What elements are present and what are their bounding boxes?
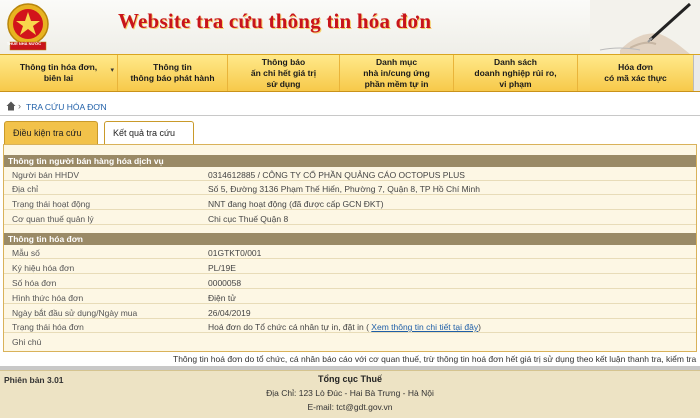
table-row: Mẫu số 01GTKT0/001 — [4, 247, 696, 259]
main-menu: Thông tin hóa đơn, biên lai ▾ Thông tin th… — [0, 54, 700, 92]
row-label: Cơ quan thuế quản lý — [12, 214, 94, 224]
menu-label: phần mềm tự in — [364, 78, 429, 89]
menu-scrollbar[interactable] — [693, 55, 700, 91]
table-row: Trạng thái hoạt động NNT đang hoạt động … — [4, 198, 696, 210]
header-banner: THUẾ NHÀ NƯỚC Website tra cứu thông tin … — [0, 0, 700, 54]
row-value: 01GTKT0/001 — [208, 248, 262, 258]
menu-label: Danh mục — [375, 56, 418, 67]
row-value: Số 5, Đường 3136 Phạm Thế Hiển, Phường 7… — [208, 184, 481, 194]
row-value: NNT đang hoạt động (đã được cấp GCN ĐKT) — [208, 199, 384, 209]
row-label: Ký hiệu hóa đơn — [12, 263, 75, 273]
breadcrumb: › TRA CỨU HÓA ĐƠN — [0, 98, 700, 116]
table-row: Hình thức hóa đơn Điện tử — [4, 292, 696, 304]
row-label: Mẫu số — [12, 248, 40, 258]
row-label: Ghi chú — [12, 337, 42, 347]
menu-label: Thông tin hóa đơn, — [19, 62, 98, 72]
menu-label: doanh nghiệp rủi ro, — [474, 67, 557, 78]
menu-item-issuance-notice[interactable]: Thông tin thông báo phát hành — [118, 55, 228, 91]
table-row: Trạng thái hóa đơn Hoá đơn do Tổ chức cá… — [4, 321, 696, 333]
menu-label: Thông tin — [153, 62, 192, 72]
menu-item-invoice-receipt[interactable]: Thông tin hóa đơn, biên lai ▾ — [0, 55, 118, 91]
seller-section-heading: Thông tin người bán hàng hóa dịch vụ — [4, 155, 696, 167]
menu-label: nhà in/cung ứng — [363, 67, 430, 78]
row-label: Địa chỉ — [12, 184, 38, 194]
footer-email[interactable]: E-mail: tct@gdt.gov.vn — [0, 402, 700, 412]
table-row: Ngày bắt đầu sử dụng/Ngày mua 26/04/2019 — [4, 307, 696, 319]
emblem-label: THUẾ NHÀ NƯỚC — [6, 41, 42, 46]
table-row: Số hóa đơn 0000058 — [4, 277, 696, 289]
menu-label: có mã xác thực — [604, 73, 667, 83]
invoice-section-heading: Thông tin hóa đơn — [4, 233, 696, 245]
row-value: Điện tử — [208, 293, 236, 303]
menu-label: sử dụng — [266, 78, 301, 89]
row-label: Số hóa đơn — [12, 278, 57, 288]
row-value: 26/04/2019 — [208, 308, 251, 318]
menu-item-authenticated-invoice[interactable]: Hóa đơn có mã xác thực — [578, 55, 693, 91]
menu-label: thông báo phát hành — [130, 73, 215, 83]
breadcrumb-separator-icon: › — [18, 101, 21, 111]
table-row: Ký hiệu hóa đơn PL/19E — [4, 262, 696, 274]
status-text: Hoá đơn do Tổ chức cá nhân tự in, đặt in… — [208, 322, 369, 332]
table-row: Cơ quan thuế quản lý Chi cục Thuế Quận 8 — [4, 213, 696, 225]
tab-search-results[interactable]: Kết quả tra cứu — [104, 121, 194, 145]
table-row: Địa chỉ Số 5, Đường 3136 Phạm Thế Hiển, … — [4, 183, 696, 195]
row-label: Trạng thái hoạt động — [12, 199, 91, 209]
menu-item-expired-notice[interactable]: Thông báo ấn chỉ hết giá trị sử dụng — [228, 55, 340, 91]
tab-search-conditions[interactable]: Điều kiện tra cứu — [4, 121, 98, 145]
menu-label: Danh sách — [493, 56, 537, 67]
table-row: Người bán HHDV 0314612885 / CÔNG TY CỔ P… — [4, 169, 696, 181]
menu-label: vi phạm — [499, 78, 532, 89]
home-icon[interactable] — [6, 101, 16, 111]
breadcrumb-label[interactable]: TRA CỨU HÓA ĐƠN — [26, 102, 107, 112]
site-title: Website tra cứu thông tin hóa đơn — [118, 9, 432, 33]
menu-label: Hóa đơn — [618, 62, 653, 72]
notice-text: Thông tin hoá đơn do tổ chức, cá nhân bá… — [173, 354, 697, 364]
row-label: Người bán HHDV — [12, 170, 80, 180]
menu-item-printer-catalog[interactable]: Danh mục nhà in/cung ứng phần mềm tự in — [340, 55, 454, 91]
pen-hand-icon — [590, 0, 700, 54]
row-value: PL/19E — [208, 263, 236, 273]
row-value: Hoá đơn do Tổ chức cá nhân tự in, đặt in… — [208, 322, 481, 332]
status-suffix: ) — [478, 322, 481, 332]
chevron-down-icon: ▾ — [110, 67, 114, 74]
footer-org: Tổng cục Thuế — [318, 374, 382, 384]
table-row: Ghi chú — [4, 336, 696, 348]
view-details-link[interactable]: Xem thông tin chi tiết tại đây — [371, 322, 478, 332]
footer: Phiên bản 3.01 Tổng cục Thuế Địa Chỉ: 12… — [0, 370, 700, 418]
row-label: Trạng thái hóa đơn — [12, 322, 84, 332]
row-label: Ngày bắt đầu sử dụng/Ngày mua — [12, 308, 138, 318]
row-label: Hình thức hóa đơn — [12, 293, 84, 303]
menu-item-risk-companies[interactable]: Danh sách doanh nghiệp rủi ro, vi phạm — [454, 55, 578, 91]
menu-label: ấn chỉ hết giá trị — [250, 67, 317, 78]
menu-label: Thông báo — [261, 56, 306, 67]
row-value: 0314612885 / CÔNG TY CỔ PHẦN QUẢNG CÁO O… — [208, 170, 465, 180]
row-value: 0000058 — [208, 278, 242, 288]
row-value: Chi cục Thuế Quận 8 — [208, 214, 289, 224]
footer-address: Địa Chỉ: 123 Lò Đúc - Hai Bà Trưng - Hà … — [266, 388, 434, 398]
menu-label: biên lai — [43, 73, 74, 83]
